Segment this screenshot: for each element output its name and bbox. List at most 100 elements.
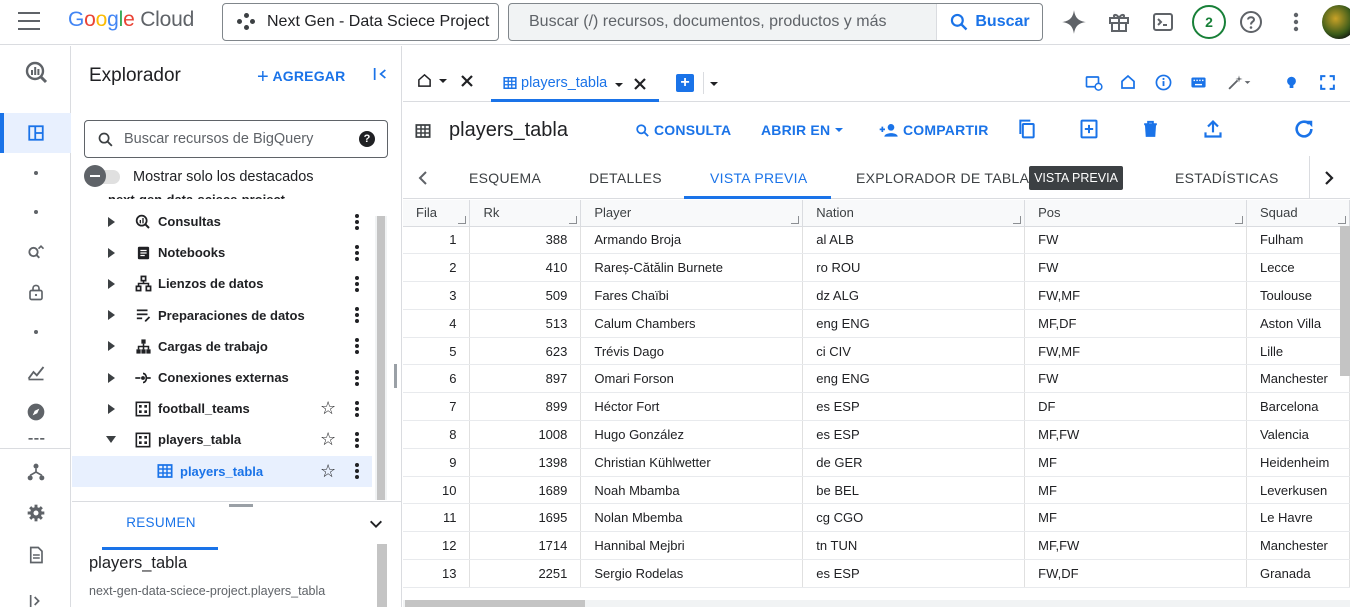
table-cell[interactable]: FW (1024, 226, 1247, 255)
share-button[interactable]: COMPARTIR (879, 122, 989, 138)
settings-icon[interactable] (24, 501, 48, 525)
column-header[interactable]: Squad (1246, 200, 1350, 227)
more-vert-icon[interactable] (355, 461, 359, 481)
table-row[interactable]: 3 509 Fares Chaïbi dz ALG FW,MF Toulouse (403, 281, 1350, 310)
table-cell[interactable]: Rareș-Cătălin Burnete (580, 253, 804, 283)
table-cell[interactable]: 6 (403, 364, 471, 394)
document-icon[interactable] (24, 543, 48, 567)
google-cloud-logo[interactable]: Google Cloud (68, 8, 194, 32)
table-cell[interactable]: ro ROU (802, 253, 1026, 283)
table-cell[interactable]: al ALB (802, 226, 1026, 255)
table-row[interactable]: 5 623 Trévis Dago ci CIV FW,MF Lille (403, 337, 1350, 366)
expand-more-icon[interactable] (108, 247, 115, 258)
table-cell[interactable]: MF (1024, 503, 1247, 533)
table-cell[interactable]: MF,DF (1024, 309, 1247, 338)
table-row[interactable]: 9 1398 Christian Kühlwetter de GER MF Heidenh… (403, 448, 1350, 477)
export-upload-icon[interactable] (1203, 118, 1223, 140)
table-cell[interactable]: MF (1024, 476, 1247, 505)
search-button[interactable]: Buscar (936, 4, 1042, 40)
tree-item[interactable]: football_teams ☆ (72, 393, 372, 424)
tab-esquema[interactable]: ESQUEMA (469, 170, 541, 186)
table-cell[interactable]: FW (1024, 364, 1247, 394)
table-cell[interactable]: Sergio Rodelas (580, 559, 804, 588)
tree-item[interactable]: players_tabla ☆ (72, 455, 372, 487)
star-icon[interactable]: ☆ (320, 461, 336, 482)
table-cell[interactable]: be BEL (802, 476, 1026, 505)
table-cell[interactable]: es ESP (802, 559, 1026, 588)
expand-rail-icon[interactable] (24, 589, 48, 613)
expand-more-icon[interactable] (108, 372, 115, 383)
delete-icon[interactable] (1141, 118, 1160, 140)
help-icon[interactable] (1238, 9, 1264, 35)
fullscreen-icon[interactable] (1319, 74, 1336, 91)
table-cell[interactable]: Le Havre (1246, 503, 1350, 533)
chevron-left-icon[interactable] (417, 171, 429, 185)
table-cell[interactable]: FW (1024, 253, 1247, 283)
refresh-icon[interactable] (1293, 118, 1315, 140)
column-resize-handle[interactable] (1234, 215, 1243, 224)
summary-scrollbar[interactable] (377, 544, 387, 607)
table-cell[interactable]: Lille (1246, 337, 1350, 366)
table-horizontal-scrollbar[interactable] (403, 600, 1350, 607)
more-vert-icon[interactable] (355, 430, 359, 450)
tree-item[interactable]: Notebooks (72, 237, 372, 268)
table-cell[interactable]: Fulham (1246, 226, 1350, 255)
table-row[interactable]: 2 410 Rareș-Cătălin Burnete ro ROU FW Lecce (403, 253, 1350, 283)
table-cell[interactable]: MF (1024, 448, 1247, 477)
bigquery-resource-search[interactable]: Buscar recursos de BigQuery ? (84, 120, 388, 158)
tab-players-tabla[interactable]: players_tabla (491, 66, 659, 102)
table-cell[interactable]: 410 (469, 253, 582, 283)
table-row[interactable]: 7 899 Héctor Fort es ESP DF Barcelona (403, 392, 1350, 422)
table-row[interactable]: 8 1008 Hugo González es ESP MF,FW Valencia (403, 420, 1350, 449)
table-cell[interactable]: tn TUN (802, 531, 1026, 561)
tab-detalles[interactable]: DETALLES (589, 170, 662, 186)
table-row[interactable]: 13 2251 Sergio Rodelas es ESP FW,DF Granada (403, 559, 1350, 588)
table-cell[interactable]: 12 (403, 531, 471, 561)
table-cell[interactable]: Calum Chambers (580, 309, 804, 338)
chart-icon[interactable] (24, 360, 48, 384)
table-cell[interactable]: 1 (403, 226, 471, 255)
column-header[interactable]: Pos (1024, 200, 1247, 227)
hierarchy-icon[interactable] (24, 460, 48, 484)
table-cell[interactable]: Manchester (1246, 364, 1350, 394)
close-tab-icon[interactable] (633, 77, 647, 91)
table-cell[interactable]: 897 (469, 364, 582, 394)
column-resize-handle[interactable] (1338, 215, 1346, 224)
table-cell[interactable]: Fares Chaïbi (580, 281, 804, 310)
table-cell[interactable]: 11 (403, 503, 471, 533)
table-cell[interactable]: 9 (403, 448, 471, 477)
table-cell[interactable]: Hannibal Mejbri (580, 531, 804, 561)
column-header[interactable]: Nation (802, 200, 1026, 227)
tab-resumen[interactable]: RESUMEN (124, 515, 198, 530)
table-cell[interactable]: 1008 (469, 420, 582, 449)
tab-estadisticas[interactable]: ESTADÍSTICAS (1175, 170, 1279, 186)
table-cell[interactable]: Lecce (1246, 253, 1350, 283)
starred-only-toggle[interactable] (84, 165, 126, 187)
tree-item[interactable]: Conexiones externas (72, 362, 372, 393)
more-vert-icon[interactable] (355, 243, 359, 263)
table-cell[interactable]: 5 (403, 337, 471, 366)
expand-more-icon[interactable] (108, 216, 115, 227)
cloud-shell-icon[interactable] (1150, 9, 1176, 35)
new-tab-plus-icon[interactable]: + (676, 74, 694, 92)
query-button[interactable]: CONSULTA (635, 122, 731, 138)
table-cell[interactable]: Christian Kühlwetter (580, 448, 804, 477)
dropdown-arrow-icon[interactable] (614, 80, 624, 90)
table-cell[interactable]: ci CIV (802, 337, 1026, 366)
tree-item[interactable]: Preparaciones de datos (72, 300, 372, 331)
table-cell[interactable]: es ESP (802, 420, 1026, 449)
collapse-panel-icon[interactable] (372, 66, 388, 87)
star-icon[interactable]: ☆ (320, 398, 336, 419)
tab-vista-previa[interactable]: VISTA PREVIA (710, 170, 808, 186)
table-cell[interactable]: eng ENG (802, 364, 1026, 394)
bigquery-logo-icon[interactable] (24, 60, 48, 84)
table-cell[interactable]: de GER (802, 448, 1026, 477)
tree-item[interactable]: Lienzos de datos (72, 268, 372, 299)
table-row[interactable]: 10 1689 Noah Mbamba be BEL MF Leverkusen (403, 476, 1350, 505)
column-header[interactable]: Player (580, 200, 804, 227)
table-cell[interactable]: Barcelona (1246, 392, 1350, 422)
chevron-down-icon[interactable] (368, 516, 384, 535)
expand-less-icon[interactable] (106, 436, 116, 444)
table-cell[interactable]: 1695 (469, 503, 582, 533)
expand-more-icon[interactable] (108, 403, 115, 414)
